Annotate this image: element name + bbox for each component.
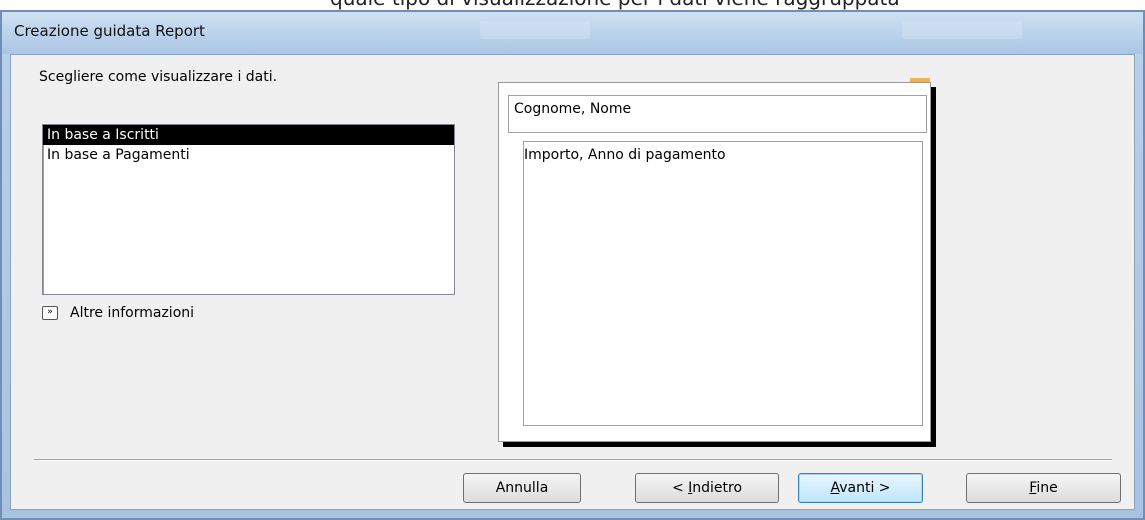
finish-button[interactable]: Fine <box>966 473 1121 503</box>
instruction-label: Scegliere come visualizzare i dati. <box>39 69 278 85</box>
cancel-button[interactable]: Annulla <box>463 473 581 503</box>
background-window-ghost <box>902 21 1022 39</box>
back-button[interactable]: < Indietro <box>635 473 779 503</box>
double-chevron-right-icon[interactable]: » <box>42 306 58 320</box>
button-separator <box>34 459 1112 461</box>
caption-partial: quale tipo di visualizzazione per i dati… <box>330 0 900 10</box>
preview-detail-section: Importo, Anno di pagamento <box>523 141 923 426</box>
list-item-by-iscritti[interactable]: In base a Iscritti <box>43 125 454 145</box>
next-button-label: vanti > <box>839 480 891 496</box>
report-wizard-dialog: Creazione guidata Report Scegliere come … <box>0 10 1145 520</box>
more-info-link[interactable]: » Altre informazioni <box>42 303 194 323</box>
back-button-label: ndietro <box>692 480 743 496</box>
list-item-by-pagamenti[interactable]: In base a Pagamenti <box>43 145 454 165</box>
next-button[interactable]: Avanti > <box>798 473 923 503</box>
title-bar[interactable]: Creazione guidata Report <box>2 12 1143 54</box>
caption-text-cropped: quale tipo di visualizzazione per i dati… <box>0 0 1145 10</box>
background-window-ghost <box>480 21 590 39</box>
preview-group-header: Cognome, Nome <box>508 95 927 133</box>
back-button-prefix: < <box>671 480 689 496</box>
cancel-button-label: Annulla <box>495 480 549 496</box>
finish-button-label: ine <box>1036 480 1058 496</box>
view-options-listbox[interactable]: In base a Iscritti In base a Pagamenti <box>42 124 455 295</box>
next-button-mnemonic: A <box>830 480 840 496</box>
window-title: Creazione guidata Report <box>14 22 205 40</box>
dialog-body: Scegliere come visualizzare i dati. In b… <box>10 54 1135 510</box>
screenshot-canvas: quale tipo di visualizzazione per i dati… <box>0 0 1145 520</box>
report-layout-preview: Cognome, Nome Importo, Anno di pagamento <box>498 82 931 442</box>
more-info-label: Altre informazioni <box>70 305 195 321</box>
